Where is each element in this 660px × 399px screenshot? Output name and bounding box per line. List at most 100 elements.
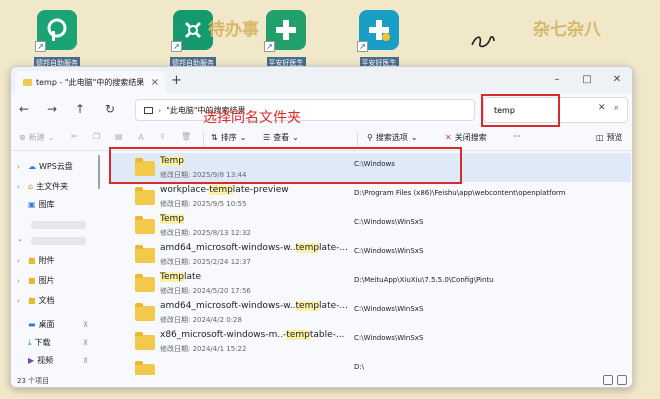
folder-icon <box>135 187 155 205</box>
table-row[interactable]: amd64_microsoft-windows-w..template-... … <box>111 240 631 269</box>
sidebar-item-downloads[interactable]: ⤓ 下载 <box>17 337 51 348</box>
up-icon[interactable]: ↑ <box>75 102 85 116</box>
paste-icon[interactable]: ▤ <box>115 132 123 141</box>
minimize-icon[interactable]: – <box>543 71 571 89</box>
pin-icon[interactable]: ⊼ <box>83 357 88 365</box>
close-icon: ✕ <box>445 133 452 142</box>
video-icon: ▶ <box>28 356 35 365</box>
table-row[interactable]: Temp 修改日期: 2025/9/8 13:44 C:\Windows <box>111 153 631 182</box>
sidebar-item-documents[interactable]: › ■ 文档 <box>17 295 55 306</box>
item-count: 23 个项目 <box>17 377 50 385</box>
search-icon[interactable]: ⌕ <box>614 103 619 113</box>
new-tab-icon[interactable]: + <box>171 73 182 88</box>
file-path: C:\Windows\WinSxS <box>354 334 424 342</box>
chevron-down-icon: ⌄ <box>17 235 23 243</box>
file-path: D:\MeituApp\XiuXiu\7.5.5.0\Config\Pintu <box>354 276 494 284</box>
table-row[interactable]: Template 修改日期: 2024/5/20 17:56 D:\MeituA… <box>111 269 631 298</box>
folder-icon <box>23 78 32 86</box>
chevron-right-icon: › <box>17 182 20 191</box>
table-row[interactable]: amd64_microsoft-windows-w..template-... … <box>111 298 631 327</box>
chevron-right-icon: › <box>17 162 20 171</box>
table-row[interactable]: x86_microsoft-windows-m..-temptable-... … <box>111 327 631 356</box>
sidebar-item-expander[interactable]: ⌄ <box>17 235 25 243</box>
folder-icon <box>135 158 155 176</box>
chevron-down-icon: ⌄ <box>292 133 299 142</box>
shortcut-arrow-icon: ↗ <box>357 41 368 52</box>
close-search-button[interactable]: ✕ 关闭搜索 <box>445 132 487 143</box>
desktop-icon: ▬ <box>28 320 36 329</box>
medical-cross-icon: ↗ <box>357 10 399 52</box>
blurred-item <box>31 221 86 229</box>
share-icon[interactable]: ⇪ <box>159 132 166 141</box>
address-box[interactable]: › "此电脑"中的搜索结果 <box>135 99 475 121</box>
close-icon[interactable]: ✕ <box>603 71 631 89</box>
close-tab-icon[interactable]: × <box>151 77 159 88</box>
back-icon[interactable]: ← <box>19 102 29 116</box>
search-input[interactable] <box>494 103 584 117</box>
search-box[interactable]: ✕ ⌕ <box>483 97 628 123</box>
copy-icon[interactable]: ❐ <box>93 132 100 141</box>
squiggle-icon <box>471 36 495 48</box>
table-row[interactable]: Temp 修改日期: 2025/8/13 12:32 C:\Windows\Wi… <box>111 211 631 240</box>
window-tab[interactable]: temp - "此电脑"中的搜索结果 × <box>15 71 165 93</box>
file-name: amd64_microsoft-windows-w..template-... <box>160 301 348 311</box>
desktop-icon-3[interactable]: ↗ 平安好医生 <box>256 10 316 69</box>
file-name: Template <box>160 272 202 282</box>
medical-cross-icon: ↗ <box>264 10 306 52</box>
view-button[interactable]: ☰ 查看 ⌄ <box>263 132 299 143</box>
clear-search-icon[interactable]: ✕ <box>598 103 606 113</box>
more-options-icon[interactable]: ··· <box>513 132 521 141</box>
new-button[interactable]: ⊕ 新建 ⌄ <box>19 132 54 143</box>
table-row[interactable]: workplace-template-preview 修改日期: 2025/9/… <box>111 182 631 211</box>
desktop-icon-4[interactable]: ↗ 平安好医生 <box>349 10 409 69</box>
modified-date: 修改日期: 2024/5/20 17:56 <box>160 287 251 295</box>
address-bar-row: ← → ↑ ↻ › "此电脑"中的搜索结果 ✕ ⌕ <box>11 93 632 127</box>
refresh-icon[interactable]: ↻ <box>105 102 115 116</box>
maximize-icon[interactable]: □ <box>573 71 601 89</box>
home-icon: ⌂ <box>28 182 34 191</box>
preview-button[interactable]: ◫ 预览 <box>596 132 623 143</box>
app-logo-icon: ↗ <box>35 10 77 52</box>
pin-icon[interactable]: ⊼ <box>83 339 88 347</box>
folder-icon: ■ <box>28 276 36 285</box>
navigation-pane: › ☁ WPS云盘 › ⌂ 主文件夹 ▣ 图库 ⌄ › ■ 附件 › ■ 图片 <box>11 151 93 375</box>
annotation-caption: 选择同名文件夹 <box>203 110 301 126</box>
file-list: Temp 修改日期: 2025/9/8 13:44 C:\Windows wor… <box>111 151 631 375</box>
sidebar-item-wps[interactable]: › ☁ WPS云盘 <box>17 161 73 172</box>
search-options-button[interactable]: ⚲ 搜索选项 ⌄ <box>367 132 418 143</box>
file-name: x86_microsoft-windows-m..-temptable-... <box>160 330 345 340</box>
pin-icon[interactable]: ⊼ <box>83 321 88 329</box>
breadcrumb-chevron-icon: › <box>158 105 162 115</box>
sidebar-item-pictures[interactable]: › ■ 图片 <box>17 275 55 286</box>
sidebar-item-videos[interactable]: ▶ 视频 <box>17 355 53 366</box>
rename-icon[interactable]: Ａ <box>137 132 145 143</box>
sidebar-item-attachments[interactable]: › ■ 附件 <box>17 255 55 266</box>
file-path: D:\ <box>354 363 365 371</box>
sidebar-item-home[interactable]: › ⌂ 主文件夹 <box>17 181 68 192</box>
command-bar: ⊕ 新建 ⌄ ✂ ❐ ▤ Ａ ⇪ 🗑 ⇅ 排序 ⌄ ☰ 查看 ⌄ ⚲ 搜索选项 … <box>11 127 632 151</box>
preview-pane-icon: ◫ <box>596 133 604 142</box>
file-path: D:\Program Files (x86)\Feishu\app\webcon… <box>354 189 566 197</box>
details-view-icon[interactable] <box>603 375 613 385</box>
sort-button[interactable]: ⇅ 排序 ⌄ <box>211 132 246 143</box>
modified-date: 修改日期: 2024/4/1 15:22 <box>160 345 247 353</box>
file-name: Temp <box>160 156 184 166</box>
modified-date: 修改日期: 2025/9/8 13:44 <box>160 171 247 179</box>
chevron-right-icon: › <box>17 256 20 265</box>
delete-icon[interactable]: 🗑 <box>181 132 191 141</box>
sidebar-item-desktop[interactable]: ▬ 桌面 <box>17 319 55 330</box>
cut-icon[interactable]: ✂ <box>71 132 78 141</box>
chevron-down-icon: ⌄ <box>410 133 418 142</box>
tiles-view-icon[interactable] <box>617 375 627 385</box>
desktop-icon-1[interactable]: ↗ 德邦自助服务 <box>27 10 87 69</box>
file-name: amd64_microsoft-windows-w..template-... <box>160 243 348 253</box>
folder-icon <box>135 245 155 263</box>
sidebar-item-gallery[interactable]: ▣ 图库 <box>17 199 55 210</box>
view-icon: ☰ <box>263 133 271 142</box>
folder-icon <box>135 332 155 350</box>
modified-date: 修改日期: 2025/2/24 12:37 <box>160 258 251 266</box>
forward-icon[interactable]: → <box>47 102 57 116</box>
modified-date: 修改日期: 2025/8/13 12:32 <box>160 229 251 237</box>
scrollbar[interactable] <box>98 155 100 189</box>
folder-icon <box>135 216 155 234</box>
